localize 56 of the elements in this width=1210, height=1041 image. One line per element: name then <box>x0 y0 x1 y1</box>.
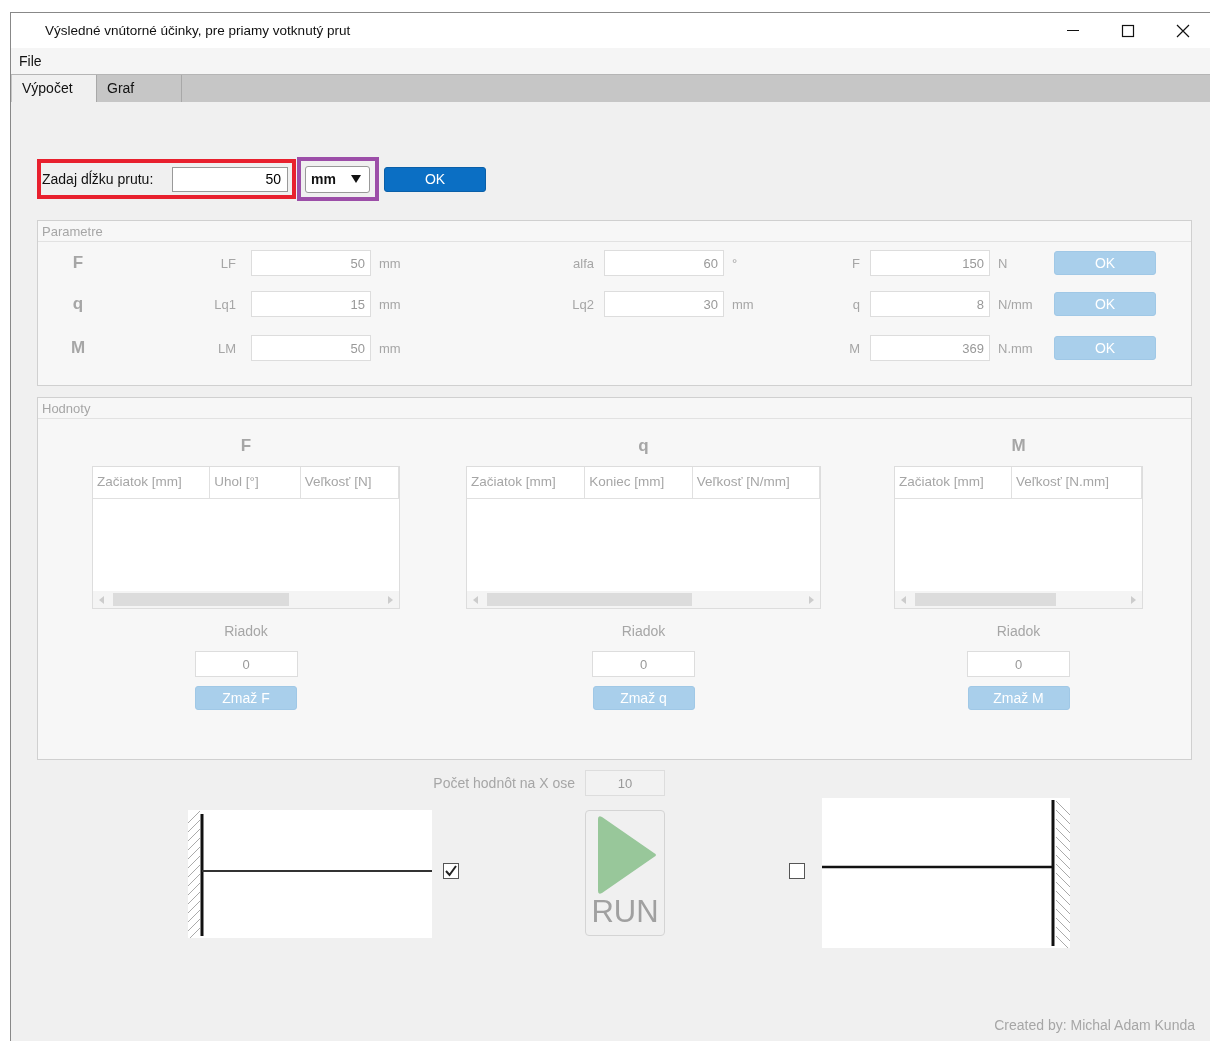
row-label: Riadok <box>621 623 666 641</box>
unit-dropdown[interactable]: mm <box>305 165 370 193</box>
checkbox[interactable] <box>443 863 459 879</box>
field-label: Lq1 <box>214 296 237 312</box>
unit-label: mm <box>378 296 402 312</box>
ok-button[interactable]: OK <box>384 166 486 192</box>
group-title: q <box>638 436 649 457</box>
panel-title: Hodnoty <box>42 400 91 416</box>
maximize-icon <box>1120 23 1135 38</box>
panel-title: Parametre <box>42 223 103 239</box>
count-label: Počet hodnôt na X ose <box>433 775 575 791</box>
column-header: Začiatok [mm] <box>895 467 1013 498</box>
field-label: M <box>849 340 861 356</box>
scroll-left-icon[interactable] <box>99 595 105 604</box>
group-title: F <box>240 436 252 457</box>
column-header: Veľkosť [N/mm] <box>692 467 820 498</box>
column-header: Koniec [mm] <box>585 467 693 498</box>
field-label: q <box>852 296 861 312</box>
scroll-left-icon[interactable] <box>901 595 907 604</box>
length-input[interactable]: 50 <box>172 166 288 192</box>
column-header: Začiatok [mm] <box>467 467 586 498</box>
scroll-left-icon[interactable] <box>473 595 479 604</box>
group-title: M <box>1011 436 1026 457</box>
minimize-icon <box>1066 30 1079 31</box>
author-credit: Created by: Michal Adam Kunda <box>994 1017 1195 1035</box>
checkbox[interactable] <box>789 863 805 879</box>
caret-icon <box>351 175 361 183</box>
row-label: Riadok <box>996 623 1041 641</box>
unit-label: N.mm <box>997 340 1034 356</box>
column-header: Začiatok [mm] <box>93 467 211 498</box>
field-label: LM <box>217 340 237 356</box>
column-header: Veľkosť [N] <box>300 467 399 498</box>
load-symbol: M <box>70 338 86 358</box>
field-label: LF <box>220 255 237 271</box>
scroll-right-icon[interactable] <box>387 595 393 604</box>
field-label: Lq2 <box>572 296 595 312</box>
length-label: Zadaj dĺžku prutu: <box>42 171 155 187</box>
unit-label: mm <box>378 255 402 271</box>
scroll-right-icon[interactable] <box>1130 595 1136 604</box>
unit-label: ° <box>731 255 739 271</box>
window-title: Výsledné vnútorné účinky, pre priamy votknutý prut <box>45 23 351 38</box>
scroll-right-icon[interactable] <box>808 595 814 604</box>
unit-label: mm <box>731 296 755 312</box>
tab[interactable]: Výpočet <box>12 75 97 102</box>
unit-label: N <box>997 255 1009 271</box>
row-label: Riadok <box>224 623 268 641</box>
column-header: Uhol [°] <box>210 467 301 498</box>
field-label: F <box>852 255 861 271</box>
load-symbol: F <box>72 253 84 273</box>
field-label: alfa <box>573 255 595 271</box>
unit-label: N/mm <box>997 296 1034 312</box>
close-icon <box>1175 23 1190 38</box>
column-header: Veľkosť [N.mm] <box>1012 467 1142 498</box>
unit-label: mm <box>378 340 402 356</box>
menu-item[interactable]: File <box>19 53 42 69</box>
load-symbol: q <box>72 294 84 314</box>
